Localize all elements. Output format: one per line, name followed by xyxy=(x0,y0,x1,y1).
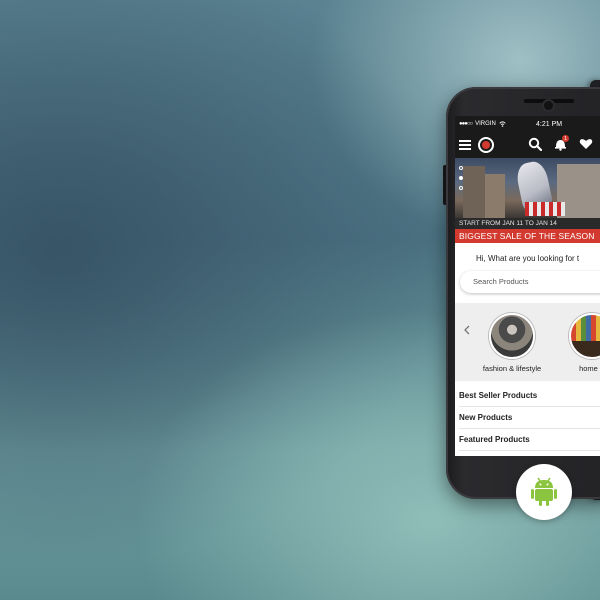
greeting-text: Hi, What are you looking for t xyxy=(476,254,580,263)
search-input[interactable]: Search Products xyxy=(460,271,600,293)
android-icon xyxy=(531,477,557,506)
promo-banner[interactable] xyxy=(455,158,600,218)
android-badge xyxy=(516,464,572,520)
wifi-icon xyxy=(499,121,506,127)
carousel-dot-active[interactable] xyxy=(459,176,463,180)
signal-icon: ●●●○○ xyxy=(459,121,473,127)
carrier-label: VIRGIN xyxy=(475,121,496,127)
category-label: home & xyxy=(579,364,600,373)
product-links: Best Seller Products New Products Featur… xyxy=(455,385,600,451)
category-image xyxy=(489,313,535,359)
app-bar: 1 xyxy=(455,132,600,158)
menu-icon[interactable] xyxy=(459,140,471,150)
chevron-left-icon[interactable] xyxy=(464,325,470,335)
carousel-dot[interactable] xyxy=(459,186,463,190)
phone-camera xyxy=(544,101,553,110)
carousel-indicator[interactable] xyxy=(459,166,463,190)
link-best-seller[interactable]: Best Seller Products xyxy=(459,385,600,407)
app-screen: ●●●○○ VIRGIN 4:21 PM 1 START FROM JAN 11… xyxy=(455,116,600,456)
link-new-products[interactable]: New Products xyxy=(459,407,600,429)
category-label: fashion & lifestyle xyxy=(482,364,542,373)
category-image xyxy=(569,313,600,359)
notification-badge: 1 xyxy=(562,135,569,142)
promo-dates: START FROM JAN 11 TO JAN 14 xyxy=(455,218,600,229)
status-time: 4:21 PM xyxy=(536,121,563,128)
category-item-fashion[interactable]: fashion & lifestyle xyxy=(477,313,547,373)
status-bar: ●●●○○ VIRGIN 4:21 PM xyxy=(455,116,600,132)
link-featured-products[interactable]: Featured Products xyxy=(459,429,600,451)
promo-headline: BIGGEST SALE OF THE SEASON xyxy=(455,229,600,243)
carousel-dot[interactable] xyxy=(459,166,463,170)
heart-icon[interactable] xyxy=(579,138,593,150)
category-item-home[interactable]: home & xyxy=(562,313,600,373)
search-icon[interactable] xyxy=(528,137,542,151)
app-logo[interactable] xyxy=(478,137,494,153)
category-carousel: fashion & lifestyle home & xyxy=(455,303,600,381)
